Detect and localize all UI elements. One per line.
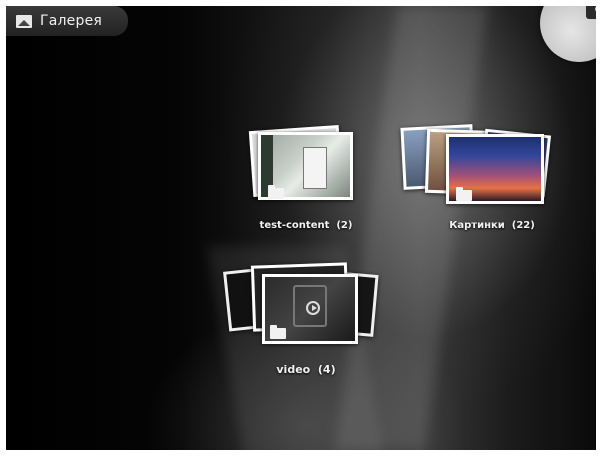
play-icon xyxy=(306,301,320,315)
gallery-icon xyxy=(16,14,32,28)
folder-icon xyxy=(268,185,284,199)
album-label: Картинки (22) xyxy=(424,220,560,231)
camera-button[interactable] xyxy=(540,6,596,62)
folder-icon xyxy=(270,325,286,339)
folder-icon xyxy=(456,187,472,201)
album-count: (22) xyxy=(511,220,535,231)
album-name: Картинки xyxy=(449,220,505,231)
album-name: video xyxy=(276,363,311,376)
album-count: (4) xyxy=(317,363,336,376)
action-bar[interactable]: Галерея xyxy=(6,6,128,36)
album-count: (2) xyxy=(336,220,353,231)
camera-icon xyxy=(586,6,596,19)
gallery-screen: Галерея test-content (2) Картинки (22) v… xyxy=(6,6,596,450)
album-label: video (4) xyxy=(256,363,356,376)
album-label: test-content (2) xyxy=(246,220,366,231)
album-name: test-content xyxy=(259,220,330,231)
app-title: Галерея xyxy=(40,13,103,29)
